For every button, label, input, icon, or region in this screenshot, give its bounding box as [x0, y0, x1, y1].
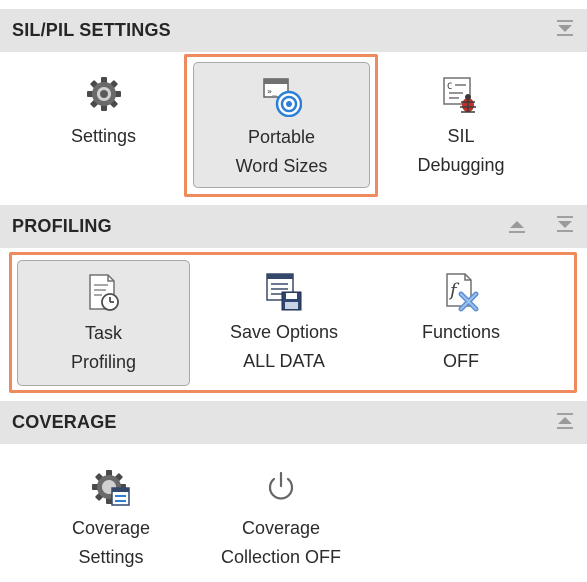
sil-pil-settings-header: SIL/PIL SETTINGS	[0, 9, 587, 52]
section-title: PROFILING	[12, 216, 112, 236]
coverage-gear-icon	[92, 470, 130, 506]
sil-label-line2: Debugging	[417, 155, 505, 175]
portable-word-sizes-button[interactable]: »_ Portable Word Sizes	[193, 62, 370, 188]
task-profiling-label-line2: Profiling	[70, 352, 137, 372]
expand-icon[interactable]	[554, 19, 576, 43]
coverage-collection-label-line2: Collection OFF	[220, 547, 342, 567]
coverage-settings-button[interactable]: Coverage Settings	[41, 468, 181, 580]
task-profiling-label-line1: Task	[84, 323, 122, 343]
profiling-header: PROFILING	[0, 205, 587, 248]
section-title: COVERAGE	[12, 412, 117, 432]
sil-label-line1: SIL	[447, 126, 475, 146]
save-icon	[266, 273, 302, 311]
bug-icon: C	[443, 77, 476, 113]
portable-label-line1: Portable	[247, 127, 316, 147]
coverage-collection-label-line1: Coverage	[241, 518, 321, 538]
svg-text:C: C	[447, 82, 452, 92]
save-options-label-line1: Save Options	[229, 322, 339, 342]
collapse-icon[interactable]	[506, 215, 528, 239]
coverage-settings-label-line1: Coverage	[71, 518, 151, 538]
coverage-collection-button[interactable]: Coverage Collection OFF	[196, 468, 366, 580]
power-icon	[268, 471, 294, 500]
coverage-header: COVERAGE	[0, 401, 587, 444]
function-off-icon: f	[446, 273, 479, 312]
save-options-button[interactable]: Save Options ALL DATA	[200, 272, 368, 384]
expand-icon[interactable]	[554, 215, 576, 239]
clock-document-icon	[88, 274, 119, 311]
section-title: SIL/PIL SETTINGS	[12, 20, 171, 40]
functions-label-line1: Functions	[421, 322, 501, 342]
coverage-settings-label-line2: Settings	[78, 547, 144, 567]
functions-label-line2: OFF	[443, 351, 479, 371]
target-icon: »_	[262, 78, 302, 117]
functions-button[interactable]: f Functions OFF	[394, 272, 528, 384]
save-options-label-line2: ALL DATA	[243, 351, 325, 371]
gear-icon	[86, 77, 121, 111]
sil-debugging-button[interactable]: C SIL Debugging	[395, 76, 527, 188]
portable-label-line2: Word Sizes	[235, 156, 328, 176]
settings-label: Settings	[70, 126, 137, 146]
task-profiling-button[interactable]: Task Profiling	[17, 260, 190, 386]
svg-text:»_: »_	[267, 87, 277, 96]
settings-button[interactable]: Settings	[41, 76, 166, 188]
collapse-icon[interactable]	[554, 411, 576, 435]
